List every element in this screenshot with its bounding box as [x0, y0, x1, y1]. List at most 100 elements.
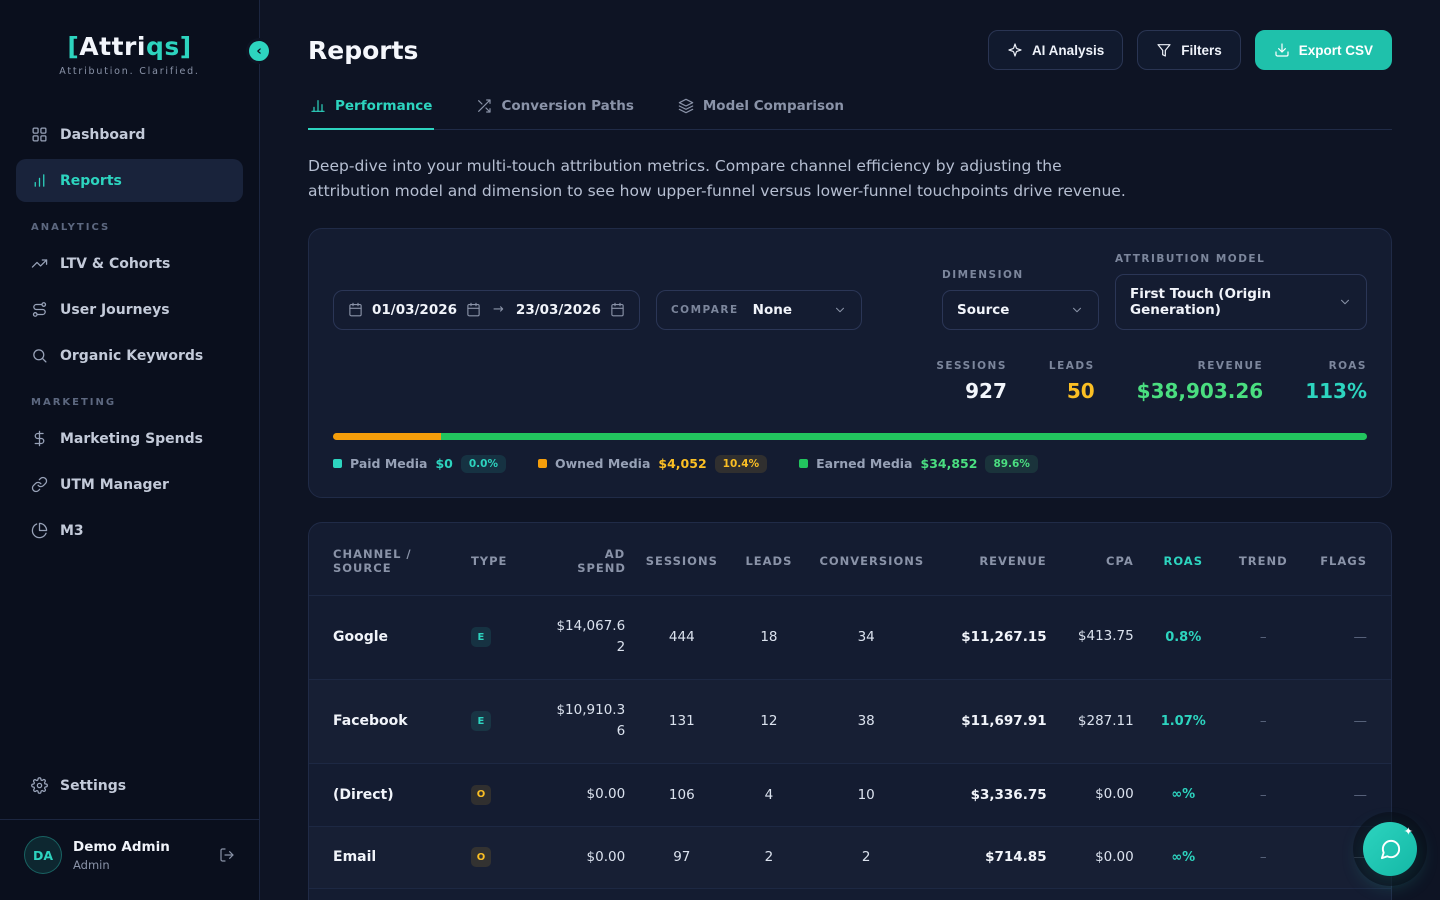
chat-assistant-button[interactable]: ✦ [1363, 822, 1417, 876]
cell-revenue: $11,267.15 [923, 595, 1057, 679]
dimension-control: DIMENSION Source [942, 269, 1099, 330]
sidebar-item-m3[interactable]: M3 [16, 509, 243, 552]
calendar-icon[interactable] [466, 302, 481, 317]
search-icon [31, 347, 48, 364]
cell-trend: – [1223, 595, 1304, 679]
bar-chart-icon [310, 98, 326, 114]
filters-button[interactable]: Filters [1137, 30, 1241, 70]
cell-conversions: 18 [809, 889, 922, 900]
chevron-down-icon [1338, 295, 1352, 309]
table-row-facebook[interactable]: Facebook E $10,910.36 131 12 38 $11,697.… [309, 679, 1391, 763]
tab-performance[interactable]: Performance [308, 98, 434, 130]
stat-value: 113% [1305, 379, 1367, 403]
cell-cpa: $0.00 [1057, 763, 1144, 826]
col-leads: LEADS [728, 523, 809, 596]
col-ad-spend: AD SPEND [534, 523, 635, 596]
gear-icon [31, 777, 48, 794]
cell-flags: — [1304, 889, 1391, 900]
stat-sessions: SESSIONS 927 [936, 360, 1007, 403]
calendar-icon[interactable] [610, 302, 625, 317]
table-row-direct[interactable]: (Direct) O $0.00 106 4 10 $3,336.75 $0.0… [309, 763, 1391, 826]
user-role: Admin [73, 858, 170, 872]
sidebar-item-label: Reports [60, 173, 122, 189]
stat-revenue: REVENUE $38,903.26 [1137, 360, 1264, 403]
type-badge: O [471, 847, 491, 867]
logo-text: [Attriqs] [16, 32, 243, 61]
attribution-model-select[interactable]: First Touch (Origin Generation) [1115, 274, 1367, 330]
date-range-picker[interactable]: 01/03/2026 → 23/03/2026 [333, 290, 640, 330]
swatch-icon [538, 459, 547, 468]
tab-label: Conversion Paths [501, 98, 633, 114]
summary-card: 01/03/2026 → 23/03/2026 COMPARE None DIM… [308, 228, 1392, 498]
filters-label: Filters [1181, 43, 1222, 58]
stat-value: $38,903.26 [1137, 379, 1264, 403]
ai-analysis-label: AI Analysis [1032, 43, 1104, 58]
layers-icon [678, 98, 694, 114]
tab-label: Model Comparison [703, 98, 844, 114]
table-row-linkedin[interactable]: Linkedin E $9,505.47 70 7 18 $5,752.26 $… [309, 889, 1391, 900]
col-cpa: CPA [1057, 523, 1144, 596]
sidebar-item-dashboard[interactable]: Dashboard [16, 113, 243, 156]
cell-leads: 2 [728, 826, 809, 889]
cell-leads: 4 [728, 763, 809, 826]
cell-ad-spend: $0.00 [534, 763, 635, 826]
user-name: Demo Admin [73, 839, 170, 855]
cell-cpa: $0.00 [1057, 826, 1144, 889]
col-type: TYPE [461, 523, 534, 596]
sidebar-item-user-journeys[interactable]: User Journeys [16, 288, 243, 331]
route-icon [31, 301, 48, 318]
cell-channel: (Direct) [309, 763, 461, 826]
sidebar-item-marketing-spends[interactable]: Marketing Spends [16, 417, 243, 460]
kpi-stats: SESSIONS 927 LEADS 50 REVENUE $38,903.26… [333, 360, 1367, 403]
export-csv-button[interactable]: Export CSV [1255, 30, 1392, 70]
sidebar-collapse-button[interactable]: ‹ [246, 38, 272, 64]
tab-model-comparison[interactable]: Model Comparison [676, 98, 846, 130]
sidebar-item-organic-keywords[interactable]: Organic Keywords [16, 334, 243, 377]
cell-roas: 0.8% [1144, 595, 1223, 679]
cell-revenue: $714.85 [923, 826, 1057, 889]
cell-type: O [461, 763, 534, 826]
col-channel-source: CHANNEL / SOURCE [309, 523, 461, 596]
ai-analysis-button[interactable]: AI Analysis [988, 30, 1123, 70]
user-profile[interactable]: DA Demo Admin Admin [16, 820, 243, 882]
attribution-model-value: First Touch (Origin Generation) [1130, 286, 1326, 318]
sidebar-item-utm-manager[interactable]: UTM Manager [16, 463, 243, 506]
logout-button[interactable] [219, 847, 235, 863]
sidebar-item-ltv-cohorts[interactable]: LTV & Cohorts [16, 242, 243, 285]
date-from-value[interactable]: 01/03/2026 [372, 302, 457, 318]
cell-flags: — [1304, 679, 1391, 763]
sidebar-item-reports[interactable]: Reports [16, 159, 243, 202]
pct-badge: 89.6% [985, 455, 1037, 473]
export-csv-label: Export CSV [1299, 43, 1373, 58]
sidebar-item-settings[interactable]: Settings [16, 764, 243, 807]
trending-up-icon [31, 255, 48, 272]
funnel-icon [1156, 42, 1172, 58]
sidebar-item-label: UTM Manager [60, 477, 169, 493]
controls-row: 01/03/2026 → 23/03/2026 COMPARE None DIM… [333, 253, 1367, 330]
compare-value: None [753, 302, 819, 318]
dimension-select[interactable]: Source [942, 290, 1099, 330]
chevron-left-icon: ‹ [256, 44, 261, 59]
cell-conversions: 38 [809, 679, 922, 763]
cell-flags: — [1304, 595, 1391, 679]
stat-roas: ROAS 113% [1305, 360, 1367, 403]
table-row-email[interactable]: Email O $0.00 97 2 2 $714.85 $0.00 ∞% – … [309, 826, 1391, 889]
sidebar-item-label: Dashboard [60, 127, 145, 143]
tab-conversion-paths[interactable]: Conversion Paths [474, 98, 635, 130]
logout-icon [219, 847, 235, 863]
grid-icon [31, 126, 48, 143]
compare-select[interactable]: COMPARE None [656, 290, 862, 330]
chevron-down-icon [833, 303, 847, 317]
table-row-google[interactable]: Google E $14,067.62 444 18 34 $11,267.15… [309, 595, 1391, 679]
cell-ad-spend: $9,505.47 [534, 889, 635, 900]
cell-leads: 12 [728, 679, 809, 763]
col-trend: TREND [1223, 523, 1304, 596]
cell-leads: 7 [728, 889, 809, 900]
cell-trend: – [1223, 889, 1304, 900]
swatch-icon [333, 459, 342, 468]
cell-revenue: $3,336.75 [923, 763, 1057, 826]
date-to-value[interactable]: 23/03/2026 [516, 302, 601, 318]
col-flags: FLAGS [1304, 523, 1391, 596]
tab-bar: Performance Conversion Paths Model Compa… [308, 98, 1392, 130]
cell-sessions: 97 [635, 826, 728, 889]
